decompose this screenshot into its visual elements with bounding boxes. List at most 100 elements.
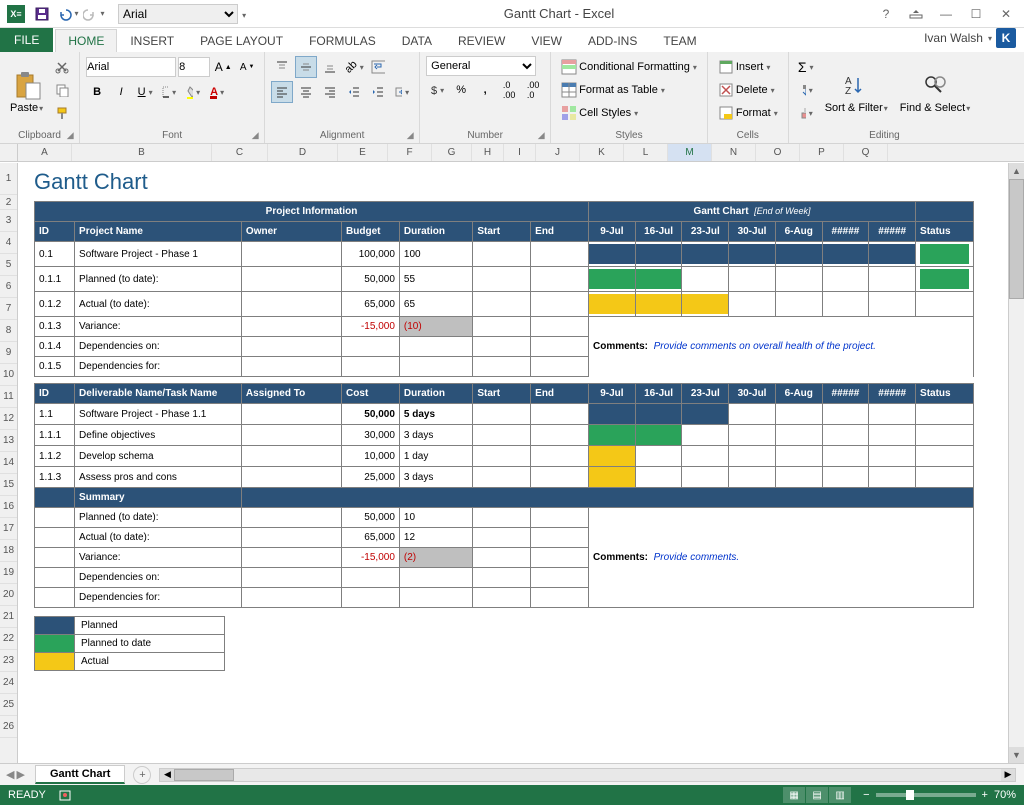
tab-formulas[interactable]: FORMULAS [296, 29, 389, 52]
hscroll-left[interactable]: ◀ [160, 769, 174, 781]
row-header-11[interactable]: 11 [0, 386, 17, 408]
tab-team[interactable]: TEAM [650, 29, 709, 52]
align-right-button[interactable] [319, 81, 341, 103]
row-header-14[interactable]: 14 [0, 452, 17, 474]
row-header-9[interactable]: 9 [0, 342, 17, 364]
zoom-out-button[interactable]: − [863, 789, 869, 801]
sort-filter-button[interactable]: AZ Sort & Filter▾ [821, 56, 892, 128]
format-as-table-button[interactable]: Format as Table▾ [557, 79, 701, 101]
tab-home[interactable]: HOME [55, 29, 117, 52]
row-header-1[interactable]: 1 [0, 163, 17, 195]
redo-button[interactable]: ▾ [82, 3, 106, 25]
col-header-H[interactable]: H [472, 144, 504, 161]
col-header-M[interactable]: M [668, 144, 712, 161]
clipboard-launcher[interactable]: ◢ [64, 129, 76, 141]
row-header-18[interactable]: 18 [0, 540, 17, 562]
sheet-nav[interactable]: ◀▶ [0, 768, 31, 781]
increase-indent-button[interactable] [367, 81, 389, 103]
comma-button[interactable]: , [474, 79, 496, 101]
tab-data[interactable]: DATA [389, 29, 445, 52]
table-row[interactable]: 1.1.1Define objectives30,0003 days [35, 425, 974, 446]
vertical-scrollbar[interactable]: ▲ ▼ [1008, 163, 1024, 763]
worksheet-grid[interactable]: Gantt Chart Project Information Gantt Ch… [18, 163, 1024, 763]
table-row[interactable]: 1.1.3Assess pros and cons25,0003 days [35, 467, 974, 488]
conditional-formatting-button[interactable]: Conditional Formatting▾ [557, 56, 701, 78]
alignment-launcher[interactable]: ◢ [404, 129, 416, 141]
save-button[interactable] [30, 3, 54, 25]
tab-addins[interactable]: ADD-INS [575, 29, 650, 52]
font-size-input[interactable] [178, 57, 210, 77]
number-launcher[interactable]: ◢ [535, 129, 547, 141]
page-break-view-button[interactable]: ▥ [829, 787, 851, 803]
vscroll-thumb[interactable] [1009, 179, 1024, 299]
bold-button[interactable]: B [86, 81, 108, 103]
orientation-button[interactable]: ab▾ [343, 56, 365, 78]
row-header-16[interactable]: 16 [0, 496, 17, 518]
row-header-23[interactable]: 23 [0, 650, 17, 672]
row-header-6[interactable]: 6 [0, 276, 17, 298]
sheet-tab-active[interactable]: Gantt Chart [35, 765, 126, 784]
table-row[interactable]: 1.1.2Develop schema10,0001 day [35, 446, 974, 467]
merge-center-button[interactable]: ▾ [391, 81, 413, 103]
select-all-corner[interactable] [0, 144, 18, 161]
row-header-8[interactable]: 8 [0, 320, 17, 342]
excel-icon[interactable]: X≡ [4, 3, 28, 25]
col-header-C[interactable]: C [212, 144, 268, 161]
row-header-7[interactable]: 7 [0, 298, 17, 320]
increase-decimal-button[interactable]: .0.00 [498, 79, 520, 101]
row-header-5[interactable]: 5 [0, 254, 17, 276]
row-header-2[interactable]: 2 [0, 195, 17, 210]
cell-styles-button[interactable]: Cell Styles▾ [557, 102, 701, 124]
help-button[interactable]: ? [872, 4, 900, 24]
tab-file[interactable]: FILE [0, 28, 53, 52]
align-bottom-button[interactable] [319, 56, 341, 78]
table-row[interactable]: 1.1Software Project - Phase 1.150,0005 d… [35, 404, 974, 425]
tab-view[interactable]: VIEW [518, 29, 575, 52]
find-select-button[interactable]: Find & Select▾ [896, 56, 974, 128]
col-header-Q[interactable]: Q [844, 144, 888, 161]
align-top-button[interactable] [271, 56, 293, 78]
border-button[interactable]: ▾ [158, 81, 180, 103]
row-header-15[interactable]: 15 [0, 474, 17, 496]
align-center-button[interactable] [295, 81, 317, 103]
font-launcher[interactable]: ◢ [249, 129, 261, 141]
format-painter-button[interactable] [51, 102, 73, 124]
row-header-26[interactable]: 26 [0, 716, 17, 738]
font-color-button[interactable]: A▾ [206, 81, 228, 103]
table-row[interactable]: 0.1Software Project - Phase 1100,000100 [35, 242, 974, 267]
align-left-button[interactable] [271, 81, 293, 103]
ribbon-options-button[interactable] [902, 4, 930, 24]
row-header-10[interactable]: 10 [0, 364, 17, 386]
page-layout-view-button[interactable]: ▤ [806, 787, 828, 803]
col-header-F[interactable]: F [388, 144, 432, 161]
grow-font-button[interactable]: A▲ [212, 56, 234, 78]
col-header-L[interactable]: L [624, 144, 668, 161]
table-row[interactable]: 0.1.3Variance:-15,000(10)Comments: Provi… [35, 317, 974, 337]
accounting-format-button[interactable]: $▾ [426, 79, 448, 101]
decrease-decimal-button[interactable]: .00.0 [522, 79, 544, 101]
font-name-input[interactable] [86, 57, 176, 77]
fill-button[interactable]: ▾ [795, 79, 817, 101]
horizontal-scrollbar[interactable]: ◀ ▶ [159, 768, 1016, 782]
percent-button[interactable]: % [450, 79, 472, 101]
macro-record-icon[interactable] [58, 788, 72, 802]
col-header-K[interactable]: K [580, 144, 624, 161]
zoom-in-button[interactable]: + [982, 789, 988, 801]
number-format-select[interactable]: General [426, 56, 536, 76]
cut-button[interactable] [51, 56, 73, 78]
copy-button[interactable] [51, 79, 73, 101]
shrink-font-button[interactable]: A▼ [236, 56, 258, 78]
underline-button[interactable]: U▾ [134, 81, 156, 103]
close-button[interactable]: ✕ [992, 4, 1020, 24]
format-cells-button[interactable]: Format▾ [714, 102, 782, 124]
row-header-17[interactable]: 17 [0, 518, 17, 540]
paste-button[interactable]: Paste▾ [6, 56, 47, 128]
col-header-E[interactable]: E [338, 144, 388, 161]
row-header-12[interactable]: 12 [0, 408, 17, 430]
zoom-slider[interactable] [876, 793, 976, 797]
col-header-J[interactable]: J [536, 144, 580, 161]
column-headers[interactable]: ABCDEFGHIJKLMNOPQ [0, 144, 1024, 162]
fill-color-button[interactable]: ▾ [182, 81, 204, 103]
scroll-down-button[interactable]: ▼ [1009, 747, 1024, 763]
clear-button[interactable]: ▾ [795, 102, 817, 124]
